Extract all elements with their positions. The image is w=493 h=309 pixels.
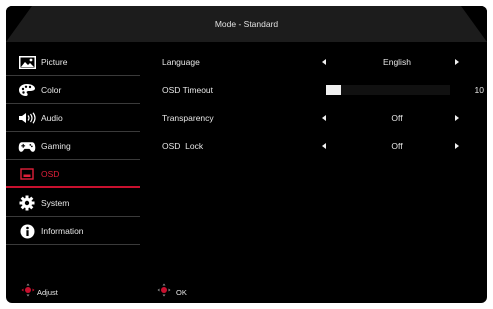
adjust-label: Adjust [37, 288, 58, 297]
osd-timeout-label: OSD Timeout [162, 85, 214, 95]
sidebar-item-label: Picture [41, 57, 68, 67]
joystick-press-icon [157, 283, 171, 302]
speaker-icon [18, 110, 36, 126]
right-arrow-icon[interactable] [455, 59, 459, 65]
right-arrow-icon[interactable] [455, 143, 459, 149]
osd-header: Mode - Standard [6, 6, 487, 42]
sidebar-item-label: System [41, 198, 70, 208]
sidebar-item-label: Information [41, 226, 84, 236]
picture-icon [18, 54, 36, 70]
left-arrow-icon[interactable] [322, 143, 326, 149]
mode-title: Mode - Standard [214, 19, 279, 29]
right-arrow-icon[interactable] [455, 115, 459, 121]
sidebar-item-label: Audio [41, 113, 63, 123]
osd-timeout-slider[interactable] [326, 85, 450, 95]
sidebar-item-color[interactable]: Color [6, 76, 140, 104]
ok-label: OK [176, 288, 187, 297]
osd-timeout-value: 10 [474, 85, 484, 95]
osd-lock-row[interactable]: OSD Lock Off [162, 132, 487, 160]
sidebar-item-osd[interactable]: OSD [6, 160, 140, 188]
osd-icon [18, 166, 36, 182]
osd-menu: Mode - Standard Picture Color Audio Gami… [6, 6, 487, 303]
osd-timeout-row[interactable]: OSD Timeout 10 [162, 76, 487, 104]
osd-lock-value: Off [391, 141, 403, 151]
sidebar-item-picture[interactable]: Picture [6, 48, 140, 76]
language-row[interactable]: Language English [162, 48, 487, 76]
info-icon [18, 223, 36, 239]
language-value: English [383, 57, 411, 67]
sidebar-item-label: Color [41, 85, 62, 95]
language-label: Language [162, 57, 200, 67]
transparency-row[interactable]: Transparency Off [162, 104, 487, 132]
palette-icon [18, 82, 36, 98]
sidebar-item-information[interactable]: Information [6, 217, 140, 245]
osd-footer: Adjust OK [6, 282, 487, 303]
sidebar-item-label: Gaming [41, 141, 71, 151]
slider-fill [326, 85, 341, 95]
sidebar-item-label: OSD [41, 169, 60, 179]
adjust-hint: Adjust [21, 282, 58, 303]
transparency-value: Off [391, 113, 403, 123]
sidebar-item-audio[interactable]: Audio [6, 104, 140, 132]
left-arrow-icon[interactable] [322, 115, 326, 121]
ok-hint: OK [157, 282, 187, 303]
sidebar-item-gaming[interactable]: Gaming [6, 132, 140, 160]
gamepad-icon [18, 138, 36, 154]
gear-icon [18, 195, 36, 211]
transparency-label: Transparency [162, 113, 214, 123]
sidebar-item-system[interactable]: System [6, 189, 140, 217]
osd-lock-label: OSD Lock [162, 141, 204, 151]
left-arrow-icon[interactable] [322, 59, 326, 65]
joystick-left-right-icon [21, 283, 35, 302]
